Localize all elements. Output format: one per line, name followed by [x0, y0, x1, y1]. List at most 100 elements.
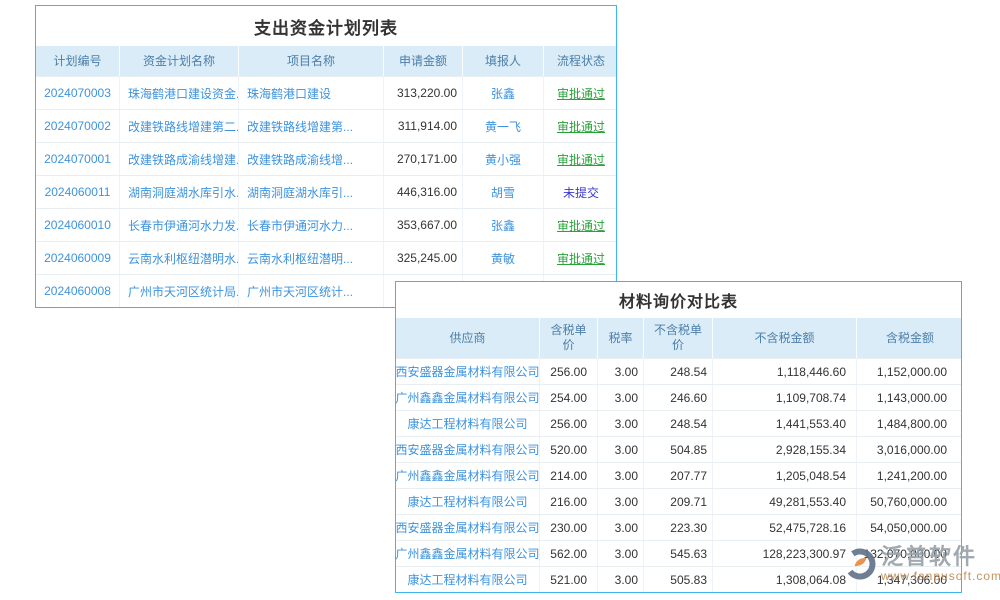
status-link[interactable]: 审批通过	[544, 110, 618, 142]
project-name-link[interactable]: 长春市伊通河水力...	[239, 209, 384, 241]
column-header: 资金计划名称	[120, 46, 239, 76]
amount-excl-tax-cell: 1,441,553.40	[713, 411, 857, 436]
tax-rate-cell: 3.00	[598, 567, 644, 592]
quote-row: 西安盛器金属材料有限公司520.003.00504.852,928,155.34…	[396, 436, 961, 462]
plan-id-link[interactable]: 2024060008	[36, 275, 120, 307]
price-incl-tax-cell: 256.00	[540, 411, 598, 436]
project-name-link[interactable]: 湖南洞庭湖水库引...	[239, 176, 384, 208]
amount-cell: 270,171.00	[384, 143, 463, 175]
quote-row: 康达工程材料有限公司216.003.00209.7149,281,553.405…	[396, 488, 961, 514]
tax-rate-cell: 3.00	[598, 359, 644, 384]
amount-cell: 313,220.00	[384, 77, 463, 109]
supplier-link[interactable]: 广州鑫鑫金属材料有限公司	[396, 463, 540, 488]
reporter-cell: 胡雪	[463, 176, 544, 208]
supplier-link[interactable]: 西安盛器金属材料有限公司	[396, 437, 540, 462]
quote-row: 西安盛器金属材料有限公司256.003.00248.541,118,446.60…	[396, 358, 961, 384]
reporter-cell: 黄敏	[463, 242, 544, 274]
amount-incl-tax-cell: 1,347,306.00	[857, 567, 963, 592]
price-excl-tax-cell: 246.60	[644, 385, 713, 410]
status-link[interactable]: 审批通过	[544, 143, 618, 175]
amount-excl-tax-cell: 1,109,708.74	[713, 385, 857, 410]
plan-id-link[interactable]: 2024060010	[36, 209, 120, 241]
price-excl-tax-cell: 505.83	[644, 567, 713, 592]
plan-name-link[interactable]: 珠海鹤港口建设资金...	[120, 77, 239, 109]
plan-name-link[interactable]: 长春市伊通河水力发...	[120, 209, 239, 241]
quote-table-body: 西安盛器金属材料有限公司256.003.00248.541,118,446.60…	[396, 358, 961, 592]
amount-excl-tax-cell: 1,118,446.60	[713, 359, 857, 384]
supplier-link[interactable]: 西安盛器金属材料有限公司	[396, 359, 540, 384]
column-header: 不含税金额	[713, 318, 857, 358]
amount-excl-tax-cell: 1,308,064.08	[713, 567, 857, 592]
amount-cell: 311,914.00	[384, 110, 463, 142]
project-name-link[interactable]: 广州市天河区统计...	[239, 275, 384, 307]
plan-id-link[interactable]: 2024070001	[36, 143, 120, 175]
project-name-link[interactable]: 云南水利枢纽潜明...	[239, 242, 384, 274]
plan-row: 2024060009云南水利枢纽潜明水...云南水利枢纽潜明...325,245…	[36, 241, 616, 274]
price-incl-tax-cell: 562.00	[540, 541, 598, 566]
supplier-link[interactable]: 康达工程材料有限公司	[396, 489, 540, 514]
plan-row: 2024070003珠海鹤港口建设资金...珠海鹤港口建设313,220.00张…	[36, 76, 616, 109]
price-excl-tax-cell: 248.54	[644, 411, 713, 436]
amount-incl-tax-cell: 1,152,000.00	[857, 359, 963, 384]
amount-incl-tax-cell: 1,241,200.00	[857, 463, 963, 488]
tax-rate-cell: 3.00	[598, 541, 644, 566]
price-incl-tax-cell: 520.00	[540, 437, 598, 462]
supplier-link[interactable]: 康达工程材料有限公司	[396, 567, 540, 592]
amount-cell: 353,667.00	[384, 209, 463, 241]
price-excl-tax-cell: 248.54	[644, 359, 713, 384]
price-incl-tax-cell: 230.00	[540, 515, 598, 540]
status-link[interactable]: 审批通过	[544, 209, 618, 241]
price-incl-tax-cell: 521.00	[540, 567, 598, 592]
plan-row: 2024070001改建铁路成渝线增建...改建铁路成渝线增...270,171…	[36, 142, 616, 175]
quote-table-title: 材料询价对比表	[396, 282, 961, 318]
supplier-link[interactable]: 康达工程材料有限公司	[396, 411, 540, 436]
status-link[interactable]: 审批通过	[544, 77, 618, 109]
project-name-link[interactable]: 改建铁路线增建第...	[239, 110, 384, 142]
project-name-link[interactable]: 珠海鹤港口建设	[239, 77, 384, 109]
reporter-cell: 黄一飞	[463, 110, 544, 142]
status-link[interactable]: 审批通过	[544, 242, 618, 274]
supplier-link[interactable]: 广州鑫鑫金属材料有限公司	[396, 541, 540, 566]
price-excl-tax-cell: 223.30	[644, 515, 713, 540]
price-excl-tax-cell: 504.85	[644, 437, 713, 462]
supplier-link[interactable]: 广州鑫鑫金属材料有限公司	[396, 385, 540, 410]
amount-excl-tax-cell: 128,223,300.97	[713, 541, 857, 566]
price-excl-tax-cell: 545.63	[644, 541, 713, 566]
amount-excl-tax-cell: 49,281,553.40	[713, 489, 857, 514]
amount-cell: 325,245.00	[384, 242, 463, 274]
supplier-link[interactable]: 西安盛器金属材料有限公司	[396, 515, 540, 540]
tax-rate-cell: 3.00	[598, 437, 644, 462]
plan-name-link[interactable]: 云南水利枢纽潜明水...	[120, 242, 239, 274]
plan-name-link[interactable]: 湖南洞庭湖水库引水...	[120, 176, 239, 208]
plan-table-panel: 支出资金计划列表 计划编号资金计划名称项目名称申请金额填报人流程状态 20240…	[35, 5, 617, 308]
plan-id-link[interactable]: 2024060009	[36, 242, 120, 274]
plan-id-link[interactable]: 2024070002	[36, 110, 120, 142]
plan-row: 2024070002改建铁路线增建第二...改建铁路线增建第...311,914…	[36, 109, 616, 142]
reporter-cell: 张鑫	[463, 77, 544, 109]
price-excl-tax-cell: 207.77	[644, 463, 713, 488]
plan-id-link[interactable]: 2024070003	[36, 77, 120, 109]
price-incl-tax-cell: 214.00	[540, 463, 598, 488]
column-header: 流程状态	[544, 46, 618, 76]
amount-cell: 446,316.00	[384, 176, 463, 208]
plan-row: 2024060011湖南洞庭湖水库引水...湖南洞庭湖水库引...446,316…	[36, 175, 616, 208]
tax-rate-cell: 3.00	[598, 489, 644, 514]
price-incl-tax-cell: 254.00	[540, 385, 598, 410]
plan-name-link[interactable]: 广州市天河区统计局...	[120, 275, 239, 307]
status-link[interactable]: 未提交	[544, 176, 618, 208]
project-name-link[interactable]: 改建铁路成渝线增...	[239, 143, 384, 175]
amount-incl-tax-cell: 1,143,000.00	[857, 385, 963, 410]
plan-id-link[interactable]: 2024060011	[36, 176, 120, 208]
column-header: 申请金额	[384, 46, 463, 76]
quote-row: 广州鑫鑫金属材料有限公司562.003.00545.63128,223,300.…	[396, 540, 961, 566]
reporter-cell: 黄小强	[463, 143, 544, 175]
tax-rate-cell: 3.00	[598, 463, 644, 488]
reporter-cell: 张鑫	[463, 209, 544, 241]
plan-name-link[interactable]: 改建铁路线增建第二...	[120, 110, 239, 142]
column-header: 税率	[598, 318, 644, 358]
column-header: 供应商	[396, 318, 540, 358]
quote-table-header-row: 供应商含税单价税率不含税单价不含税金额含税金额	[396, 318, 961, 358]
column-header: 项目名称	[239, 46, 384, 76]
plan-name-link[interactable]: 改建铁路成渝线增建...	[120, 143, 239, 175]
column-header: 计划编号	[36, 46, 120, 76]
